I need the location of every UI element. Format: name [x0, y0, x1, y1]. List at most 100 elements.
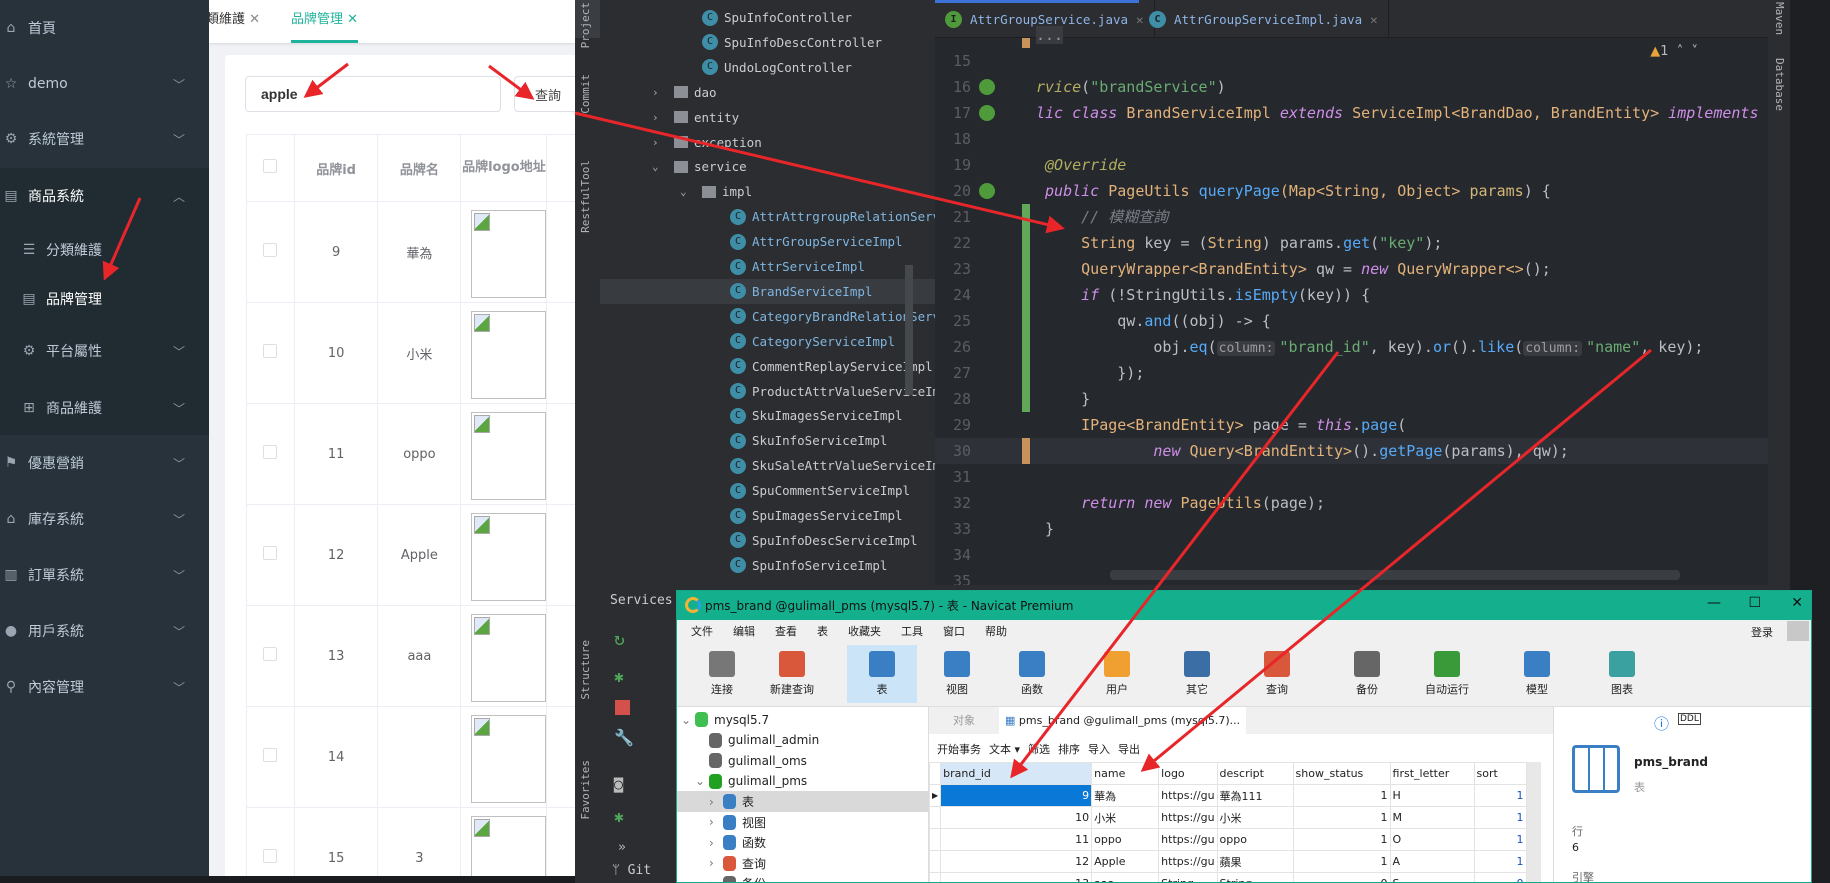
close-icon[interactable]: ✕	[249, 12, 260, 27]
tree-item[interactable]: C SkuSaleAttrValueServiceImpl	[600, 453, 935, 478]
avatar[interactable]	[1787, 621, 1809, 641]
grid-cell[interactable]: 小米	[1216, 806, 1294, 829]
tab-pms-brand[interactable]: ▦ pms_brand @gulimall_pms (mysql5.7)...	[999, 707, 1247, 734]
sidebar-item[interactable]: ▤ 商品系統 ︿	[0, 168, 209, 224]
grid-cell[interactable]: 13	[940, 872, 1093, 882]
chevron-icon[interactable]: ›	[709, 795, 723, 809]
grid-cell[interactable]: 蘋果	[1216, 850, 1294, 873]
attach-debugger-icon[interactable]: ✱	[614, 807, 624, 826]
column-header[interactable]: first_letter	[1389, 762, 1475, 785]
debug-icon[interactable]: ✱	[614, 667, 624, 686]
toolbar-button-11[interactable]: 图表	[1587, 645, 1657, 703]
grid-cell[interactable]: O	[1389, 828, 1475, 851]
grid-cell[interactable]: 1	[1473, 784, 1527, 807]
chevron-icon[interactable]: ›	[652, 111, 666, 124]
maven-tool-tab[interactable]: Maven	[1773, 2, 1786, 35]
row-checkbox[interactable]	[263, 849, 278, 863]
tree-item[interactable]: ⌄ gulimall_pms	[677, 771, 929, 792]
more-icon[interactable]: »	[618, 840, 626, 855]
menu-item[interactable]: 文件	[691, 623, 713, 639]
toolbar-button-4[interactable]: 函数	[997, 645, 1067, 703]
grid-row[interactable]: ▶ 9 華為 https://gu 華為111 1 H 1	[928, 784, 1527, 807]
wrench-icon[interactable]: 🔧	[614, 728, 634, 747]
menu-item[interactable]: 收藏夹	[848, 623, 881, 639]
menu-item[interactable]: 帮助	[985, 623, 1007, 639]
tree-item[interactable]: gulimall_admin	[677, 730, 929, 751]
grid-cell[interactable]: 1	[1292, 828, 1391, 851]
tree-item[interactable]: › 查询	[677, 853, 929, 874]
tree-item[interactable]: gulimall_oms	[677, 750, 929, 771]
subtoolbar-button[interactable]: 排序	[1058, 741, 1080, 757]
warning-indicator[interactable]: ▲1 ˄ ˅	[1650, 44, 1698, 59]
tree-item[interactable]: C ProductAttrValueServiceImpl	[600, 379, 935, 404]
tree-item[interactable]: C CommentReplayServiceImpl	[600, 354, 935, 379]
toolbar-button-6[interactable]: 其它	[1162, 645, 1232, 703]
tree-item[interactable]: ⌄ mysql5.7	[677, 709, 929, 730]
sidebar-item[interactable]: ⚙ 平台屬性 ﹀	[0, 323, 209, 379]
grid-cell[interactable]: 0	[1473, 872, 1527, 882]
chevron-icon[interactable]: ›	[652, 86, 666, 99]
tree-item[interactable]: C SpuInfoDescController	[600, 30, 935, 55]
sidebar-item[interactable]: ▤ 品牌管理	[0, 271, 209, 327]
grid-cell[interactable]: 0	[1292, 872, 1391, 882]
tree-item[interactable]: C SpuCommentServiceImpl	[600, 478, 935, 503]
grid-cell[interactable]: 1	[1292, 806, 1391, 829]
horizontal-scrollbar[interactable]	[1110, 570, 1680, 580]
sidebar-item[interactable]: ⌂ 首頁	[0, 0, 209, 56]
commit-tool-tab[interactable]: Commit	[579, 74, 592, 114]
sidebar-item[interactable]: ▥ 訂單系統 ﹀	[0, 547, 209, 603]
tree-item[interactable]: › dao	[600, 80, 935, 105]
search-input[interactable]	[245, 76, 501, 112]
sidebar-item[interactable]: ⚙ 系統管理 ﹀	[0, 111, 209, 167]
chevron-icon[interactable]: ›	[709, 856, 723, 870]
subtoolbar-button[interactable]: 导出	[1118, 741, 1140, 757]
grid-cell[interactable]: oppo	[1091, 828, 1160, 851]
project-tool-tab[interactable]: Project	[579, 2, 592, 48]
grid-cell[interactable]: H	[1389, 784, 1475, 807]
grid-cell[interactable]: aaa	[1091, 872, 1160, 882]
tab-objects[interactable]: 对象	[929, 707, 999, 734]
toolbar-button-10[interactable]: 模型	[1502, 645, 1572, 703]
toolbar-button-5[interactable]: 用户	[1082, 645, 1152, 703]
column-header[interactable]: name	[1091, 762, 1160, 785]
restfultool-tool-tab[interactable]: RestfulTool	[579, 160, 592, 233]
chevron-icon[interactable]: ›	[709, 877, 723, 883]
chevron-icon[interactable]: ›	[709, 815, 723, 829]
chevron-icon[interactable]: ›	[709, 836, 723, 850]
table-row[interactable]: 15 3	[246, 807, 575, 876]
toolbar-button-3[interactable]: 视图	[922, 645, 992, 703]
grid-cell[interactable]: 1	[1473, 850, 1527, 873]
grid-cell[interactable]: https://gu	[1158, 828, 1218, 851]
toolbar-button-8[interactable]: 备份	[1332, 645, 1402, 703]
tree-item[interactable]: › 视图	[677, 812, 929, 833]
close-icon[interactable]: ✕	[347, 12, 358, 27]
row-checkbox[interactable]	[263, 344, 278, 358]
row-checkbox[interactable]	[263, 748, 278, 762]
chevron-icon[interactable]: ⌄	[681, 713, 695, 727]
sidebar-item[interactable]: ● 用戶系統 ﹀	[0, 603, 209, 659]
grid-row[interactable]: 13aaaStringString0S0	[928, 872, 1527, 882]
row-checkbox[interactable]	[263, 647, 278, 661]
menu-item[interactable]: 编辑	[733, 623, 755, 639]
tree-item[interactable]: C SpuImagesServiceImpl	[600, 503, 935, 528]
info-icon[interactable]: ⓘ	[1654, 713, 1669, 734]
sidebar-item[interactable]: ⊞ 商品維護 ﹀	[0, 380, 209, 436]
toolbar-button-0[interactable]: 连接	[687, 645, 757, 703]
column-header[interactable]: logo	[1158, 762, 1218, 785]
grid-row[interactable]: 10 小米 https://gu 小米 1 M 1	[928, 806, 1527, 829]
tree-item[interactable]: C SkuInfoServiceImpl	[600, 428, 935, 453]
tree-item[interactable]: C SpuInfoServiceImpl	[600, 553, 935, 578]
tree-item[interactable]: C SpuInfoDescServiceImpl	[600, 528, 935, 553]
grid-cell[interactable]: String	[1158, 872, 1218, 882]
grid-cell[interactable]: 12	[940, 850, 1093, 873]
close-button[interactable]: ✕	[1791, 595, 1803, 611]
camera-icon[interactable]: ◙	[614, 775, 623, 793]
subtoolbar-button[interactable]: 开始事务	[937, 741, 981, 757]
grid-cell[interactable]: 1	[1292, 850, 1391, 873]
tree-item[interactable]: C AttrGroupServiceImpl	[600, 229, 935, 254]
tree-item[interactable]: ⌄ service	[600, 154, 935, 179]
maximize-button[interactable]: ☐	[1748, 595, 1761, 611]
grid-row[interactable]: 11 oppo https://gu oppo 1 O 1	[928, 828, 1527, 851]
implements-icon[interactable]	[979, 105, 995, 121]
sidebar-item[interactable]: ⌂ 庫存系統 ﹀	[0, 491, 209, 547]
